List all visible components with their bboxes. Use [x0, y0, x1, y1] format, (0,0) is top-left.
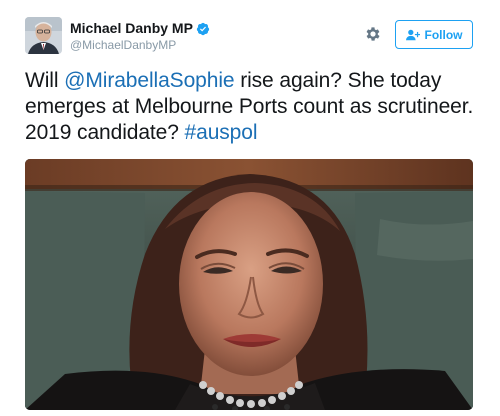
avatar[interactable]	[25, 17, 62, 54]
follow-label: Follow	[424, 27, 463, 42]
tweet-photo[interactable]	[25, 159, 473, 410]
author-handle[interactable]: @MichaelDanbyMP	[70, 38, 210, 52]
add-user-icon	[405, 29, 420, 40]
tweet-text-part1: Will	[25, 69, 65, 92]
display-name[interactable]: Michael Danby MP	[70, 20, 193, 37]
gear-icon[interactable]	[364, 25, 382, 43]
display-name-row: Michael Danby MP	[70, 20, 210, 37]
tweet-card: Michael Danby MP @MichaelDanbyMP Follow …	[0, 0, 500, 416]
tweet-text: Will @MirabellaSophie rise again? She to…	[25, 68, 480, 146]
hashtag-link[interactable]: #auspol	[185, 121, 258, 144]
mention-link[interactable]: @MirabellaSophie	[64, 69, 234, 92]
verified-badge-icon	[196, 22, 210, 35]
follow-button[interactable]: Follow	[395, 20, 473, 49]
author-names: Michael Danby MP @MichaelDanbyMP	[70, 20, 210, 52]
